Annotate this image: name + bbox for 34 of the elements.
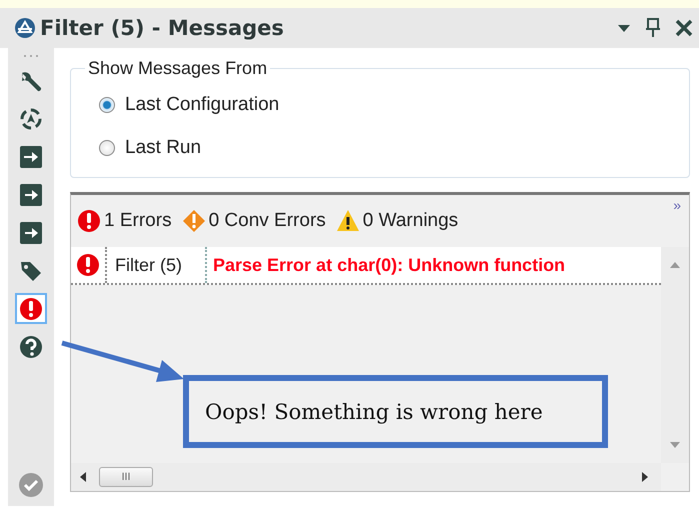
radio-button[interactable] xyxy=(99,96,115,112)
scroll-left-icon[interactable] xyxy=(79,471,87,483)
export-icon xyxy=(19,182,43,206)
warning-icon xyxy=(336,209,360,233)
radio-label: Last Run xyxy=(125,136,202,158)
import-icon xyxy=(19,144,43,168)
dropdown-icon[interactable] xyxy=(617,23,631,33)
toolbar-button[interactable] xyxy=(15,293,47,324)
error-icon xyxy=(19,296,43,320)
overflow-button[interactable]: » xyxy=(669,197,685,213)
filter-button[interactable]: 0 Conv Errors xyxy=(180,209,328,233)
error-icon xyxy=(76,253,100,277)
radio-label: Last Configuration xyxy=(125,94,280,116)
scroll-thumb[interactable]: III xyxy=(99,467,153,487)
filter-button[interactable]: 1 Errors xyxy=(75,209,174,233)
app-logo-icon xyxy=(14,17,36,39)
help-icon xyxy=(19,334,43,358)
check-icon xyxy=(18,472,44,498)
export-icon xyxy=(19,220,43,244)
tool-cell: Filter (5) xyxy=(105,247,205,283)
group-label: Show Messages From xyxy=(87,58,268,79)
message-row[interactable]: Filter (5) Parse Error at char(0): Unknown function xyxy=(71,247,661,285)
warning-diamond-icon xyxy=(182,209,206,233)
close-icon[interactable] xyxy=(675,19,693,37)
window-title: Filter (5) - Messages xyxy=(40,16,285,40)
horizontal-scrollbar[interactable]: III xyxy=(71,463,661,491)
radio-button[interactable] xyxy=(99,140,115,156)
grip-icon xyxy=(22,54,40,58)
filter-button[interactable]: 0 Warnings xyxy=(334,209,460,233)
pin-icon[interactable] xyxy=(645,18,661,38)
crosshair-icon xyxy=(19,106,43,130)
scroll-right-icon[interactable] xyxy=(641,471,649,483)
annotation-callout: Oops! Something is wrong here xyxy=(183,375,608,448)
error-icon xyxy=(77,209,101,233)
